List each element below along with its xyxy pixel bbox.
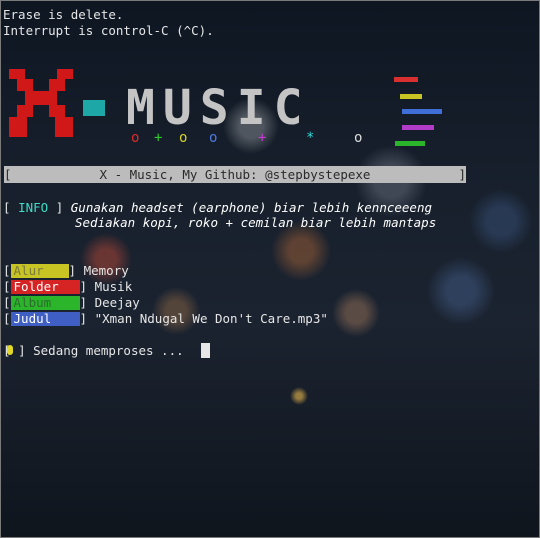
erase-notice: Erase is delete. bbox=[3, 7, 124, 22]
row-label-alur: Alur bbox=[10, 264, 69, 278]
logo-x-mark bbox=[9, 69, 75, 139]
row-value-album: Deejay bbox=[94, 295, 140, 310]
logo-dot: o bbox=[179, 130, 188, 146]
logo-dot: * bbox=[306, 130, 315, 146]
status-indicator-icon bbox=[7, 345, 13, 355]
logo-music-word: MUSIC bbox=[126, 80, 311, 136]
terminal-window[interactable]: Erase is delete. Interrupt is control-C … bbox=[0, 0, 540, 538]
logo-dot: + bbox=[258, 130, 267, 146]
info-message-2: Sediakan kopi, roko + cemilan biar lebih… bbox=[75, 215, 437, 230]
terminal-cursor[interactable] bbox=[201, 343, 210, 358]
banner-text: X - Music, My Github: @stepbystepexe bbox=[99, 167, 371, 182]
logo-dash bbox=[83, 100, 105, 116]
info-label: INFO bbox=[18, 200, 49, 215]
row-label-album: Album bbox=[10, 296, 80, 310]
row-album: [Album] Deejay bbox=[3, 295, 140, 310]
row-value-folder: Musik bbox=[94, 279, 133, 294]
row-label-judul: Judul bbox=[10, 312, 80, 326]
row-value-judul: "Xman Ndugal We Don't Care.mp3" bbox=[94, 311, 328, 326]
info-line-1: [ INFO ] Gunakan headset (earphone) biar… bbox=[3, 200, 432, 215]
github-banner: [ X - Music, My Github: @stepbystepexe ] bbox=[4, 166, 466, 183]
info-bracket-open: [ bbox=[3, 200, 11, 215]
info-message-1: Gunakan headset (earphone) biar lebih ke… bbox=[70, 200, 432, 215]
interrupt-notice: Interrupt is control-C (^C). bbox=[3, 23, 214, 38]
row-judul: [Judul] "Xman Ndugal We Don't Care.mp3" bbox=[3, 311, 328, 326]
row-label-folder: Folder bbox=[10, 280, 80, 294]
status-text: Sedang memproses ... bbox=[33, 343, 184, 358]
logo-dot: o bbox=[209, 130, 218, 146]
info-bracket-close: ] bbox=[55, 200, 64, 215]
banner-bracket-close: ] bbox=[458, 167, 466, 182]
logo-dot: o bbox=[131, 130, 140, 146]
row-alur: [Alur] Memory bbox=[3, 263, 129, 278]
status-line: [ ] Sedang memproses ... bbox=[3, 343, 184, 358]
row-value-alur: Memory bbox=[83, 263, 129, 278]
row-folder: [Folder] Musik bbox=[3, 279, 133, 294]
status-bracket-close: ] bbox=[18, 343, 26, 358]
logo-dot: o bbox=[354, 130, 363, 146]
logo-dot: + bbox=[154, 130, 163, 146]
